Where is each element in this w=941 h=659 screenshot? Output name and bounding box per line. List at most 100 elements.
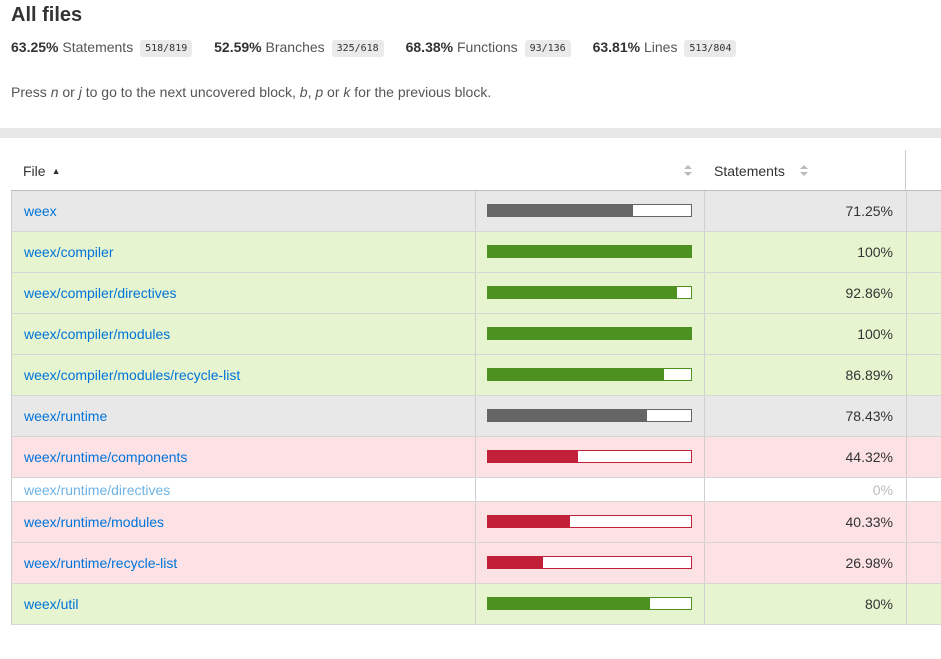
table-header: File ▲ Statements xyxy=(11,150,941,191)
file-link[interactable]: weex/compiler/directives xyxy=(24,285,177,301)
file-link[interactable]: weex/compiler/modules/recycle-list xyxy=(24,367,240,383)
column-file-header[interactable]: File ▲ xyxy=(23,163,60,179)
statements-percent: 100% xyxy=(857,244,893,260)
table-row: weex/compiler 100% xyxy=(11,232,941,273)
coverage-bar-fill xyxy=(488,287,677,298)
column-divider xyxy=(704,314,705,354)
file-link[interactable]: weex/runtime xyxy=(24,408,107,424)
column-file-label: File xyxy=(23,163,46,179)
hint-key: b xyxy=(299,84,308,100)
file-link[interactable]: weex/compiler/modules xyxy=(24,326,170,342)
table-row: weex 71.25% xyxy=(11,191,941,232)
table-row: weex/runtime/directives 0% xyxy=(11,478,941,502)
file-link[interactable]: weex/runtime/recycle-list xyxy=(24,555,177,571)
metric-percent: 63.25% xyxy=(11,39,59,56)
statements-percent: 86.89% xyxy=(845,367,893,383)
coverage-bar-fill xyxy=(488,410,648,421)
table-row: weex/runtime 78.43% xyxy=(11,396,941,437)
column-divider xyxy=(906,502,907,542)
column-divider xyxy=(704,232,705,272)
table-row: weex/compiler/directives 92.86% xyxy=(11,273,941,314)
statements-percent: 40.33% xyxy=(845,514,893,530)
column-divider xyxy=(704,437,705,477)
column-divider xyxy=(704,355,705,395)
statements-percent: 71.25% xyxy=(845,203,893,219)
column-divider xyxy=(475,355,476,395)
sort-icon[interactable] xyxy=(800,165,809,177)
statements-percent: 100% xyxy=(857,326,893,342)
column-divider xyxy=(906,396,907,436)
metric-lines: 63.81% Lines 513/804 xyxy=(592,39,737,58)
coverage-bar-fill xyxy=(488,328,691,339)
hint-text: to go to the next uncovered block, xyxy=(81,84,300,100)
coverage-bar xyxy=(487,597,692,610)
coverage-bar-fill xyxy=(488,451,578,462)
column-divider xyxy=(475,314,476,354)
column-divider xyxy=(704,584,705,624)
column-divider xyxy=(475,191,476,231)
coverage-bar xyxy=(487,515,692,528)
table-body: weex 71.25% weex/compiler 100% weex/compiler… xyxy=(11,191,941,625)
column-divider xyxy=(475,543,476,583)
file-link[interactable]: weex/util xyxy=(24,596,78,612)
table-row: weex/compiler/modules 100% xyxy=(11,314,941,355)
metric-percent: 68.38% xyxy=(405,39,454,56)
coverage-bar xyxy=(487,286,692,299)
statements-percent: 26.98% xyxy=(845,555,893,571)
coverage-bar xyxy=(487,204,692,217)
column-divider xyxy=(906,584,907,624)
column-divider xyxy=(906,191,907,231)
column-divider xyxy=(906,314,907,354)
column-divider xyxy=(906,543,907,583)
hint-text: or xyxy=(323,84,344,100)
metric-percent: 52.59% xyxy=(214,39,262,56)
column-divider xyxy=(475,437,476,477)
hint-text: or xyxy=(58,84,79,100)
coverage-bar xyxy=(487,450,692,463)
metric-fraction: 325/618 xyxy=(331,40,384,58)
column-divider xyxy=(704,502,705,542)
coverage-bar-fill xyxy=(488,516,570,527)
coverage-bar-fill xyxy=(488,205,633,216)
column-divider xyxy=(704,396,705,436)
file-link[interactable]: weex/runtime/directives xyxy=(24,482,170,498)
coverage-bar-fill xyxy=(488,598,651,609)
metric-fraction: 93/136 xyxy=(524,40,571,58)
column-divider xyxy=(475,478,476,501)
statements-percent: 80% xyxy=(864,596,893,612)
column-divider xyxy=(704,543,705,583)
keyboard-hint: Press n or j to go to the next uncovered… xyxy=(11,84,491,100)
column-divider xyxy=(704,191,705,231)
sort-icon[interactable] xyxy=(684,165,693,177)
coverage-bar-fill xyxy=(488,246,691,257)
file-link[interactable]: weex xyxy=(24,203,57,219)
coverage-bar xyxy=(487,368,692,381)
file-link[interactable]: weex/runtime/components xyxy=(24,449,187,465)
file-link[interactable]: weex/compiler xyxy=(24,244,113,260)
page-title: All files xyxy=(11,4,83,26)
table-row: weex/compiler/modules/recycle-list 86.89% xyxy=(11,355,941,396)
sort-ascending-icon: ▲ xyxy=(51,166,61,176)
coverage-summary: 63.25% Statements 518/819 52.59% Branche… xyxy=(11,38,754,60)
column-divider xyxy=(704,273,705,313)
table-row: weex/util 80% xyxy=(11,584,941,625)
table-row: weex/runtime/components 44.32% xyxy=(11,437,941,478)
coverage-bar xyxy=(487,556,692,569)
metric-fraction: 513/804 xyxy=(684,40,737,58)
status-divider-bar xyxy=(0,128,941,138)
statements-percent: 0% xyxy=(872,482,893,498)
coverage-bar xyxy=(487,327,692,340)
column-divider xyxy=(906,232,907,272)
column-divider xyxy=(475,232,476,272)
column-statements-header[interactable]: Statements xyxy=(714,163,785,179)
file-link[interactable]: weex/runtime/modules xyxy=(24,514,164,530)
column-divider xyxy=(906,273,907,313)
metric-label: Functions xyxy=(456,39,518,56)
column-divider xyxy=(475,584,476,624)
hint-key: p xyxy=(315,84,324,100)
column-divider xyxy=(906,478,907,501)
metric-label: Statements xyxy=(62,39,134,56)
metric-percent: 63.81% xyxy=(592,39,641,56)
table-row: weex/runtime/recycle-list 26.98% xyxy=(11,543,941,584)
column-divider xyxy=(475,502,476,542)
